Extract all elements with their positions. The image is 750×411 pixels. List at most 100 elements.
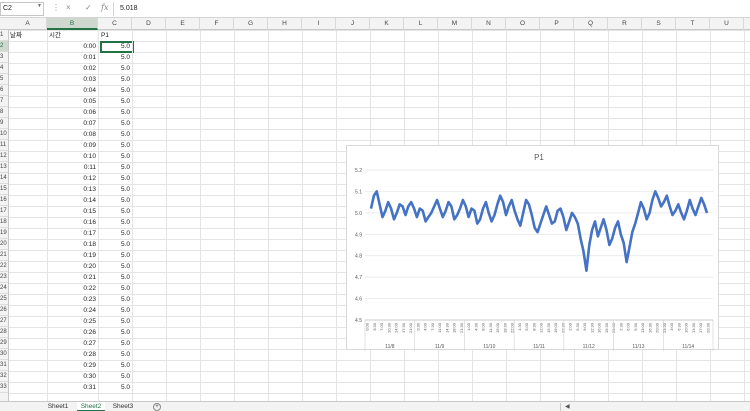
column-header-j[interactable]: J (336, 18, 370, 30)
cell-p1[interactable]: 5.0 (98, 184, 132, 195)
chevron-down-icon[interactable]: ▼ (37, 3, 42, 9)
cell-time[interactable]: 0:00 (47, 41, 98, 52)
cell-p1[interactable]: 5.0 (98, 327, 132, 338)
row-header-13[interactable]: 13 (0, 162, 8, 173)
row-header-19[interactable]: 19 (0, 228, 8, 239)
cell-p1[interactable]: 5.0 (98, 52, 132, 63)
cell-time[interactable]: 0:19 (47, 250, 98, 261)
cell-p1[interactable]: 5.0 (98, 96, 132, 107)
cell-p1[interactable]: 5.0 (98, 107, 132, 118)
cancel-icon[interactable]: × (66, 3, 71, 12)
cell-time[interactable]: 0:13 (47, 184, 98, 195)
row-header-4[interactable]: 4 (0, 63, 8, 74)
row-header-24[interactable]: 24 (0, 283, 8, 294)
tab-sheet1[interactable]: Sheet1 (44, 402, 72, 411)
column-header-d[interactable]: D (132, 18, 166, 30)
row-header-33[interactable]: 33 (0, 382, 8, 393)
cell-p1[interactable]: 5.0 (98, 85, 132, 96)
row-header-5[interactable]: 5 (0, 74, 8, 85)
cell-time[interactable]: 0:14 (47, 195, 98, 206)
cell-time[interactable]: 0:06 (47, 107, 98, 118)
cell-p1[interactable]: 5.0 (98, 195, 132, 206)
cell-time[interactable]: 0:09 (47, 140, 98, 151)
column-header-b[interactable]: B (47, 18, 98, 30)
cell-time[interactable]: 0:07 (47, 118, 98, 129)
column-header-h[interactable]: H (268, 18, 302, 30)
cell-time[interactable]: 0:29 (47, 360, 98, 371)
row-header-2[interactable]: 2 (0, 41, 8, 52)
row-header-11[interactable]: 11 (0, 140, 8, 151)
column-header-e[interactable]: E (166, 18, 200, 30)
column-header-r[interactable]: R (608, 18, 642, 30)
row-header-28[interactable]: 28 (0, 327, 8, 338)
row-header-10[interactable]: 10 (0, 129, 8, 140)
cell-p1[interactable]: 5.0 (98, 283, 132, 294)
cell-p1[interactable]: 5.0 (98, 239, 132, 250)
cell-p1[interactable]: 5.0 (98, 151, 132, 162)
horizontal-scrollbar[interactable]: ◀ (560, 403, 750, 411)
row-header-17[interactable]: 17 (0, 206, 8, 217)
cell-time[interactable]: 0:17 (47, 228, 98, 239)
cell-time[interactable]: 0:03 (47, 74, 98, 85)
cell-time[interactable]: 0:23 (47, 294, 98, 305)
row-header-16[interactable]: 16 (0, 195, 8, 206)
cell-c1[interactable]: P1 (101, 30, 135, 41)
column-header-o[interactable]: O (506, 18, 540, 30)
cell-time[interactable]: 0:24 (47, 305, 98, 316)
column-header-g[interactable]: G (234, 18, 268, 30)
cell-time[interactable]: 0:27 (47, 338, 98, 349)
cell-p1[interactable]: 5.0 (98, 129, 132, 140)
cell-p1[interactable]: 5.0 (98, 63, 132, 74)
row-header-31[interactable]: 31 (0, 360, 8, 371)
row-header-26[interactable]: 26 (0, 305, 8, 316)
add-sheet-icon[interactable]: + (153, 403, 161, 411)
column-header-p[interactable]: P (540, 18, 574, 30)
cell-time[interactable]: 0:04 (47, 85, 98, 96)
column-header-m[interactable]: M (438, 18, 472, 30)
cell-time[interactable]: 0:26 (47, 327, 98, 338)
chart[interactable]: P1 4.5 4.6 4.7 4.8 4.9 5.0 5.1 5.2 0:00 3:30 7:00 10… (346, 145, 719, 351)
cell-p1[interactable]: 5.0 (98, 294, 132, 305)
cell-p1[interactable]: 5.0 (98, 162, 132, 173)
column-header-l[interactable]: L (404, 18, 438, 30)
row-header-15[interactable]: 15 (0, 184, 8, 195)
row-header-32[interactable]: 32 (0, 371, 8, 382)
column-header-u[interactable]: U (710, 18, 744, 30)
row-header-3[interactable]: 3 (0, 52, 8, 63)
cell-time[interactable]: 0:01 (47, 52, 98, 63)
column-header-f[interactable]: F (200, 18, 234, 30)
cell-p1[interactable]: 5.0 (98, 371, 132, 382)
cell-time[interactable]: 0:10 (47, 151, 98, 162)
cell-p1[interactable]: 5.0 (98, 338, 132, 349)
column-header-k[interactable]: K (370, 18, 404, 30)
row-header-18[interactable]: 18 (0, 217, 8, 228)
cell-time[interactable]: 0:28 (47, 349, 98, 360)
tab-sheet3[interactable]: Sheet3 (109, 402, 137, 411)
row-header-8[interactable]: 8 (0, 107, 8, 118)
column-header-t[interactable]: T (676, 18, 710, 30)
tab-sheet2[interactable]: Sheet2 (77, 402, 105, 411)
confirm-icon[interactable]: ✓ (85, 3, 92, 12)
cell-time[interactable]: 0:16 (47, 217, 98, 228)
row-header-9[interactable]: 9 (0, 118, 8, 129)
row-header-30[interactable]: 30 (0, 349, 8, 360)
row-header-21[interactable]: 21 (0, 250, 8, 261)
row-header-12[interactable]: 12 (0, 151, 8, 162)
column-header-s[interactable]: S (642, 18, 676, 30)
cell-p1[interactable]: 5.0 (98, 228, 132, 239)
cell-time[interactable]: 0:08 (47, 129, 98, 140)
row-header-23[interactable]: 23 (0, 272, 8, 283)
cell-p1[interactable]: 5.0 (98, 272, 132, 283)
row-header-25[interactable]: 25 (0, 294, 8, 305)
cell-time[interactable]: 0:25 (47, 316, 98, 327)
cell-a1[interactable]: 날짜 (10, 30, 47, 41)
cell-time[interactable]: 0:18 (47, 239, 98, 250)
cell-p1[interactable]: 5.0 (98, 140, 132, 151)
cell-p1[interactable]: 5.0 (98, 217, 132, 228)
column-header-c[interactable]: C (98, 18, 132, 30)
row-header-14[interactable]: 14 (0, 173, 8, 184)
cell-time[interactable]: 0:11 (47, 162, 98, 173)
cell-time[interactable]: 0:21 (47, 272, 98, 283)
cell-time[interactable]: 0:22 (47, 283, 98, 294)
scroll-left-icon[interactable]: ◀ (565, 403, 570, 410)
